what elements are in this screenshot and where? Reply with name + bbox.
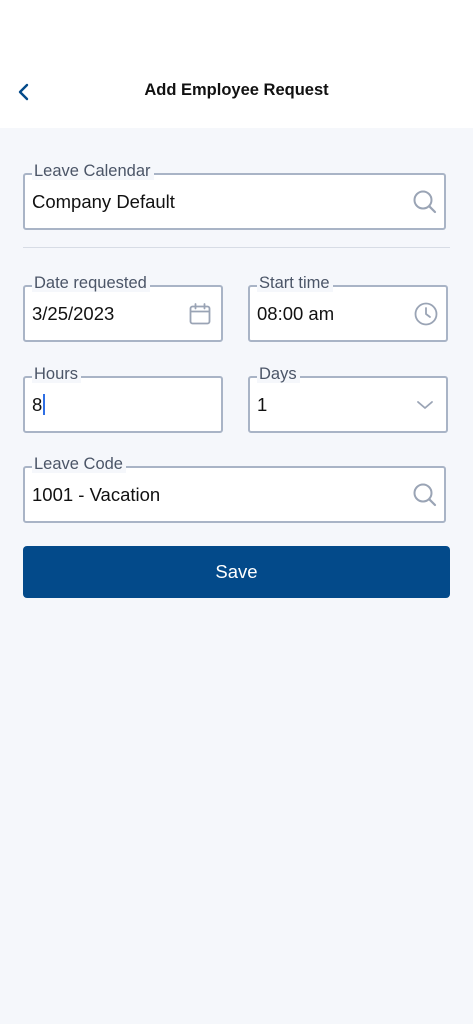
leave-calendar-field[interactable]: Leave Calendar Company Default xyxy=(23,162,446,230)
hours-value: 8 xyxy=(32,393,43,415)
start-time-value: 08:00 am xyxy=(257,302,335,324)
start-time-label: Start time xyxy=(257,274,333,292)
clock-icon[interactable] xyxy=(413,301,439,327)
hours-label: Hours xyxy=(32,365,82,383)
start-time-field[interactable]: Start time 08:00 am xyxy=(248,274,448,342)
page-title: Add Employee Request xyxy=(144,81,329,99)
leave-code-field[interactable]: Leave Code 1001 - Vacation xyxy=(23,455,446,523)
search-icon[interactable] xyxy=(412,189,438,215)
save-button[interactable]: Save xyxy=(23,546,450,598)
days-select[interactable]: Days 1 xyxy=(248,365,448,433)
date-requested-label: Date requested xyxy=(32,274,150,292)
days-label: Days xyxy=(257,365,300,383)
app-header: Add Employee Request xyxy=(0,0,473,128)
text-caret xyxy=(43,393,46,415)
leave-code-value: 1001 - Vacation xyxy=(32,483,161,505)
date-requested-value: 3/25/2023 xyxy=(32,302,115,324)
hours-field[interactable]: Hours 8 xyxy=(23,365,223,433)
section-divider xyxy=(23,247,450,248)
search-icon[interactable] xyxy=(412,482,438,508)
chevron-down-icon[interactable] xyxy=(412,392,438,418)
date-requested-field[interactable]: Date requested 3/25/2023 xyxy=(23,274,223,342)
leave-calendar-label: Leave Calendar xyxy=(32,162,154,180)
days-value: 1 xyxy=(257,393,268,415)
leave-calendar-value: Company Default xyxy=(32,190,175,212)
hours-input[interactable]: 8 xyxy=(32,393,46,416)
calendar-icon[interactable] xyxy=(187,301,213,327)
leave-code-label: Leave Code xyxy=(32,455,126,473)
